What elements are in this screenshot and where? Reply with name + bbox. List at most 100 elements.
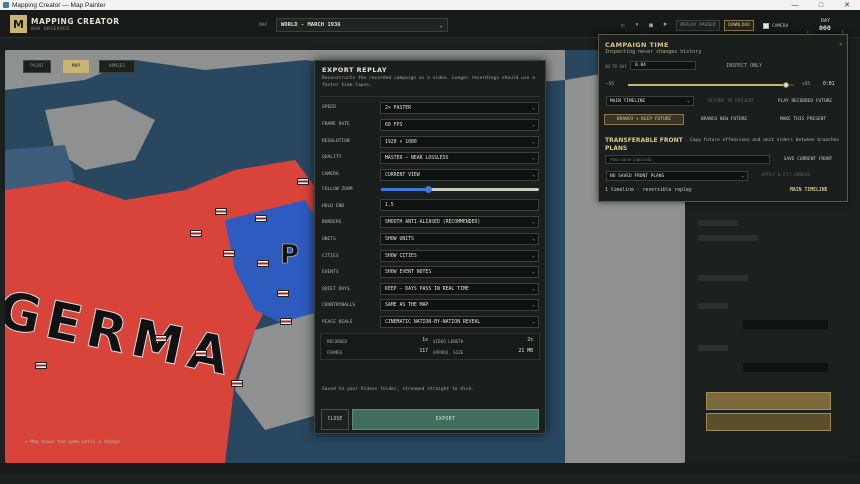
quiet-days-value: KEEP — DAYS PASS IN REAL TIME: [385, 286, 469, 292]
make-present-button[interactable]: MAKE THIS PRESENT: [764, 114, 842, 125]
follow-zoom-fill: [381, 188, 429, 191]
side-input[interactable]: [743, 320, 828, 329]
camera-label: CAMERA: [772, 24, 789, 29]
follow-zoom-slider[interactable]: [381, 186, 539, 193]
side-input[interactable]: [743, 363, 828, 372]
camera-select[interactable]: CURRENT VIEW ⌄: [380, 169, 539, 181]
quiet-days-select[interactable]: KEEP — DAYS PASS IN REAL TIME ⌄: [380, 283, 539, 295]
close-window-button[interactable]: ✕: [834, 0, 860, 10]
stop-icon[interactable]: ■: [646, 21, 656, 29]
countryballs-select[interactable]: SAME AS THE MAP ⌄: [380, 299, 539, 311]
resolution-select[interactable]: 1920 × 1080 ⌄: [380, 136, 539, 148]
unit-marker[interactable]: [195, 350, 207, 357]
camera-field-label: CAMERA: [322, 172, 339, 177]
close-button[interactable]: CLOSE: [321, 409, 349, 430]
chevron-down-icon: ⌄: [531, 139, 535, 145]
export-button[interactable]: EXPORT: [352, 409, 539, 430]
approx-size-value: 21 MB: [518, 349, 533, 354]
time-slider-fill: [628, 84, 786, 86]
hold-end-input[interactable]: 1.5: [380, 199, 539, 211]
map-hint: ← Map shows the game until a change: [25, 440, 120, 445]
play-icon[interactable]: ▷: [618, 21, 628, 29]
unit-marker[interactable]: [297, 178, 309, 185]
speed-label: SPEED: [322, 105, 336, 110]
recorded-value: 1s: [422, 338, 428, 343]
side-primary-button[interactable]: [706, 392, 831, 410]
events-select[interactable]: SHOW EVENT NOTES ⌄: [380, 266, 539, 278]
cities-label: CITIES: [322, 254, 339, 259]
borders-label: BORDERS: [322, 220, 342, 225]
minimize-button[interactable]: —: [782, 0, 808, 10]
timeline-select[interactable]: MAIN TIMELINE ⌄: [606, 96, 694, 106]
save-current-front-button[interactable]: SAVE CURRENT FRONT: [774, 154, 842, 165]
branch-keep-future-button[interactable]: BRANCH + KEEP FUTURE: [604, 114, 684, 125]
chevron-down-icon: ⌄: [531, 319, 535, 325]
transferable-plans-title: TRANSFERABLE FRONT PLANS: [605, 137, 683, 152]
speed-select[interactable]: 2× FASTER ⌄: [380, 102, 539, 114]
unit-marker[interactable]: [280, 318, 292, 325]
apply-fit-orders-button[interactable]: APPLY & FIT ORDERS: [752, 170, 820, 181]
quality-value: MASTER — NEAR LOSSLESS: [385, 155, 449, 161]
download-button[interactable]: DOWNLOAD: [724, 20, 754, 31]
unit-marker[interactable]: [35, 362, 47, 369]
app-icon: [3, 2, 9, 8]
unit-marker[interactable]: [277, 290, 289, 297]
app-title: MAPPING CREATOR: [31, 17, 120, 26]
chevron-down-icon: ⌄: [531, 236, 535, 242]
unit-marker[interactable]: [155, 335, 167, 342]
timeline-info: 1 timeline · reversible replay: [605, 188, 692, 193]
resolution-value: 1920 × 1080: [385, 139, 417, 145]
branch-new-future-button[interactable]: BRANCH NEW FUTURE: [690, 114, 758, 125]
map-select-value: WORLD - MARCH 1936: [281, 22, 341, 28]
return-present-button[interactable]: RETURN TO PRESENT: [698, 96, 764, 107]
saved-plans-select[interactable]: NO SAVED FRONT PLANS ⌄: [606, 171, 748, 181]
approx-size-label: APPROX. SIZE: [433, 350, 464, 355]
chevron-down-icon: ⌄: [531, 155, 535, 161]
side-placeholder: [698, 345, 728, 351]
slider-max-label: +55: [802, 82, 811, 87]
chevron-down-icon: ⌄: [439, 22, 443, 29]
pause-icon[interactable]: ⏸: [632, 21, 642, 29]
unit-marker[interactable]: [190, 230, 202, 237]
time-slider-thumb[interactable]: [782, 82, 789, 88]
frame-rate-select[interactable]: 60 FPS ⌄: [380, 119, 539, 131]
map-select-label: MAP: [259, 23, 268, 28]
replay-paused-button[interactable]: REPLAY PAUSED: [676, 20, 720, 31]
export-replay-dialog: [314, 60, 546, 434]
tool-paint[interactable]: PAINT: [23, 60, 51, 73]
campaign-title: CAMPAIGN TIME: [605, 41, 669, 49]
tool-armies[interactable]: ARMIES: [99, 60, 135, 73]
speed-value: 2× FASTER: [385, 105, 411, 111]
play-recorded-future-button[interactable]: PLAY RECORDED FUTURE: [768, 96, 842, 107]
unit-marker[interactable]: [255, 215, 267, 222]
unit-marker[interactable]: [231, 380, 243, 387]
unit-marker[interactable]: [215, 208, 227, 215]
plan-name-input[interactable]: [605, 155, 770, 164]
cities-select[interactable]: SHOW CITIES ⌄: [380, 250, 539, 262]
map-select[interactable]: WORLD - MARCH 1936 ⌄: [276, 18, 448, 32]
chevron-down-icon: ⌄: [531, 172, 535, 178]
window-title: Mapping Creator — Map Painter: [12, 1, 106, 9]
recorded-label: RECORDED: [327, 339, 348, 344]
record-icon[interactable]: ⏺: [660, 21, 670, 29]
slider-value: 0:01: [823, 82, 835, 87]
chevron-down-icon: ⌄: [531, 253, 535, 259]
time-slider[interactable]: [628, 82, 794, 88]
maximize-button[interactable]: □: [808, 0, 834, 10]
frame-rate-label: FRAME RATE: [322, 122, 350, 127]
side-secondary-button[interactable]: [706, 413, 831, 431]
campaign-close-icon[interactable]: ✕: [839, 41, 843, 48]
camera-checkbox[interactable]: [763, 23, 769, 29]
quality-select[interactable]: MASTER — NEAR LOSSLESS ⌄: [380, 152, 539, 164]
chevron-down-icon: ⌄: [531, 105, 535, 111]
unit-marker[interactable]: [257, 260, 269, 267]
map-country-label-blue: P: [280, 240, 300, 271]
peace-deals-select[interactable]: CINEMATIC NATION-BY-NATION REVEAL ⌄: [380, 316, 539, 328]
tool-map[interactable]: MAP: [63, 60, 89, 73]
borders-select[interactable]: SMOOTH ANTI-ALIASED (RECOMMENDED) ⌄: [380, 216, 539, 228]
events-label: EVENTS: [322, 270, 339, 275]
units-select[interactable]: SHOW UNITS ⌄: [380, 233, 539, 245]
main-timeline-link[interactable]: MAIN TIMELINE: [790, 188, 828, 193]
go-to-day-input[interactable]: 0.84: [630, 61, 696, 70]
unit-marker[interactable]: [223, 250, 235, 257]
